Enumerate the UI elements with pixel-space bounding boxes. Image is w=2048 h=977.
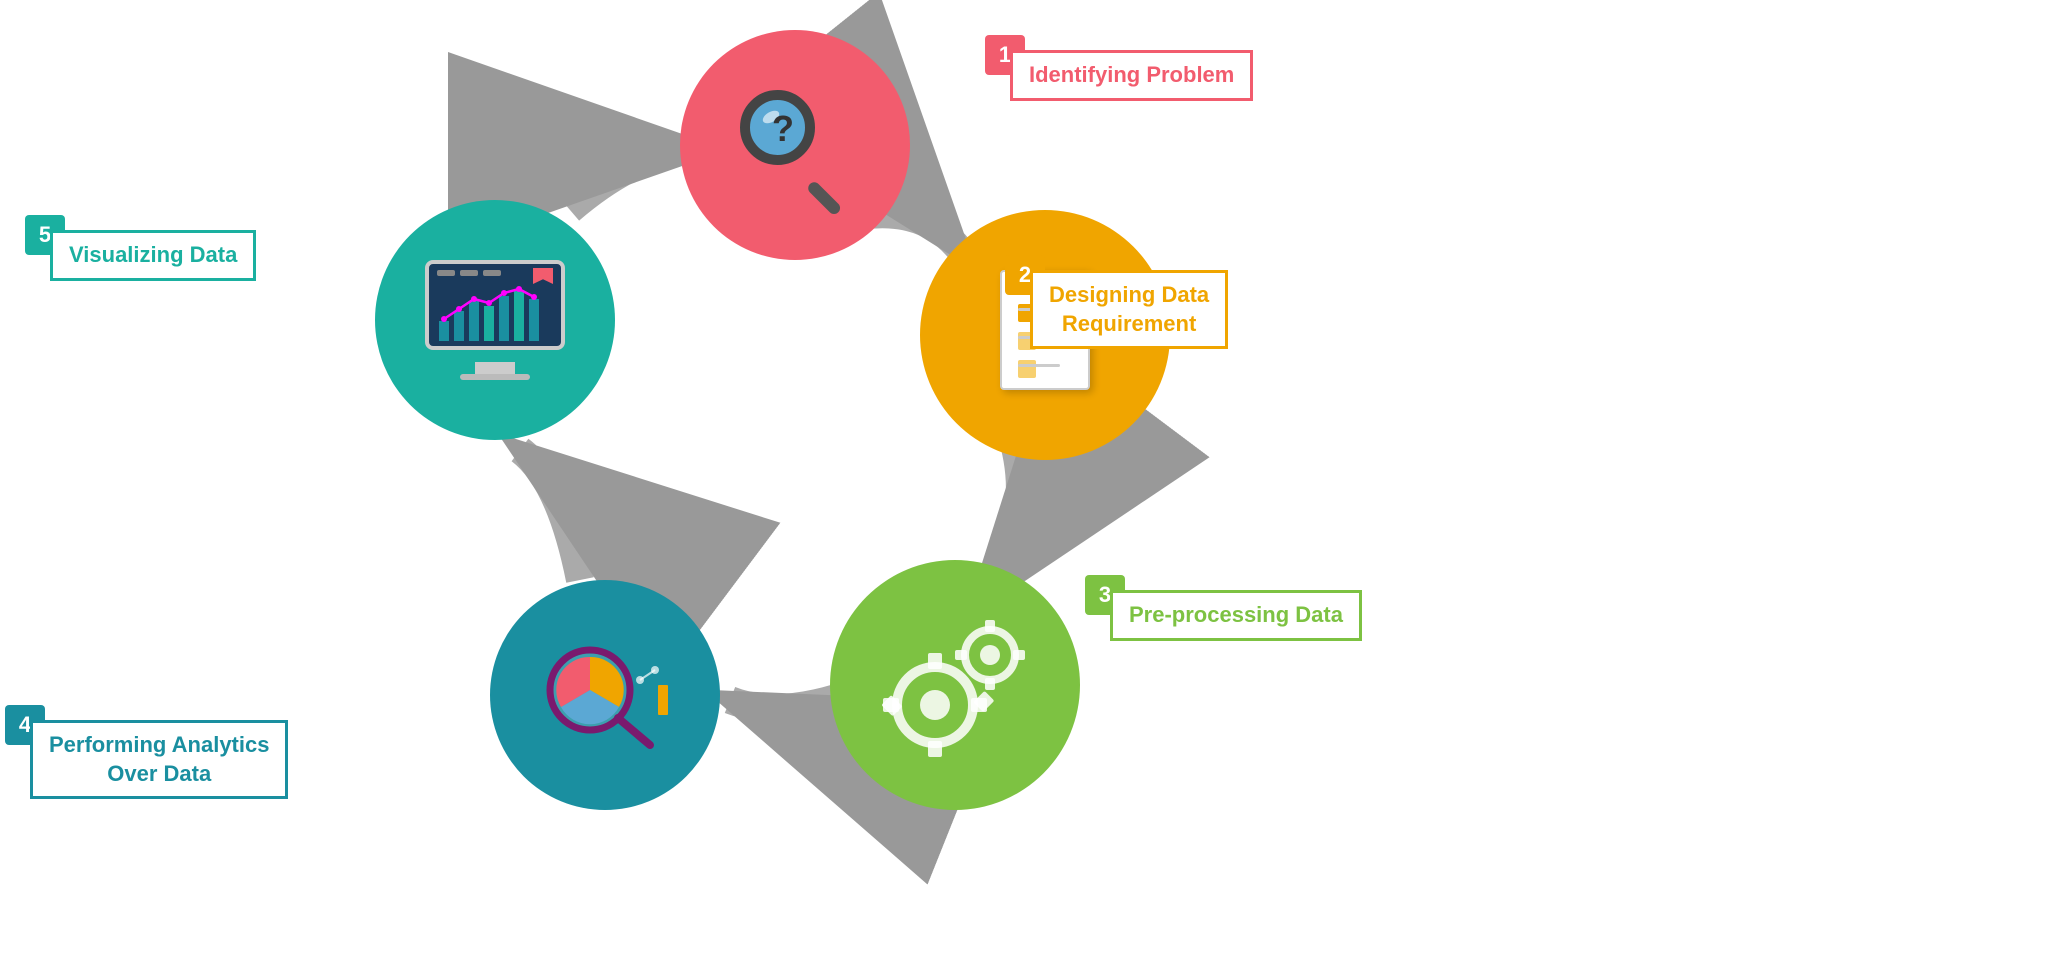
label-performing-analytics: Performing AnalyticsOver Data <box>30 720 288 799</box>
doc-line-3 <box>1018 364 1060 367</box>
diagram-container: ? 1 Identifying Problem <box>0 0 2048 977</box>
monitor-screen <box>425 260 565 350</box>
circle-visualizing-data <box>375 200 615 440</box>
monitor-icon <box>420 260 570 380</box>
label-visualizing-data: Visualizing Data <box>50 230 256 281</box>
arrows-svg <box>0 0 2048 977</box>
gears-icon <box>870 610 1040 760</box>
circle-identifying-problem: ? <box>680 30 910 260</box>
legend-item-2 <box>460 270 478 276</box>
label-designing-data: Designing DataRequirement <box>1030 270 1228 349</box>
analytics-icon <box>535 635 675 755</box>
magnifying-glass-icon: ? <box>740 90 850 200</box>
monitor-legend <box>437 270 501 276</box>
legend-item-1 <box>437 270 455 276</box>
analytics-svg <box>535 635 675 755</box>
legend-item-3 <box>483 270 501 276</box>
doc-check-3 <box>1018 360 1036 378</box>
monitor-base <box>460 374 530 380</box>
circle-performing-analytics <box>490 580 720 810</box>
label-preprocessing: Pre-processing Data <box>1110 590 1362 641</box>
mag-handle <box>806 180 843 217</box>
gears-svg <box>870 610 1040 760</box>
mag-lens: ? <box>740 90 815 165</box>
label-identifying-problem: Identifying Problem <box>1010 50 1253 101</box>
question-mark-icon: ? <box>772 108 794 150</box>
circle-preprocessing <box>830 560 1080 810</box>
monitor-chart-svg <box>434 281 564 346</box>
